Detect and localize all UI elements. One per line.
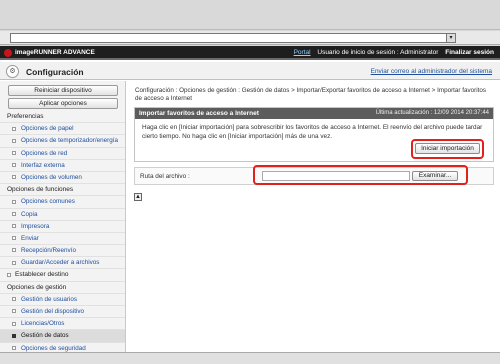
bullet-icon — [12, 260, 16, 265]
bullet-icon — [12, 297, 16, 302]
highlight-import-button — [411, 139, 484, 159]
logout-link[interactable]: Finalizar sesión — [445, 49, 494, 56]
bullet-icon — [12, 163, 16, 168]
bullet-icon — [12, 321, 16, 326]
portal-link[interactable]: Portal — [294, 49, 311, 56]
last-updated: Última actualización : 12/09 2014 20:37:… — [375, 110, 489, 116]
sidebar-item[interactable]: Impresora — [0, 221, 125, 233]
sidebar-item[interactable]: Guardar/Acceder a archivos — [0, 257, 125, 270]
bullet-icon — [12, 248, 16, 253]
settings-icon: ⚙ — [6, 65, 19, 78]
sidebar-item[interactable]: Gestión del dispositivo — [0, 306, 125, 319]
session-user: Usuario de inicio de sesión : Administra… — [317, 49, 439, 56]
sidebar-nav: Preferencias Opciones de papel Opciones … — [0, 111, 125, 355]
sidebar-item[interactable]: Gestión de usuarios — [0, 294, 125, 306]
sidebar-item[interactable]: Interfaz externa — [0, 160, 125, 172]
panel-header: Importar favoritos de acceso a Internet … — [135, 108, 493, 119]
section-opciones-funciones[interactable]: Opciones de funciones — [0, 184, 125, 197]
restart-device-button[interactable]: Reiniciar dispositivo — [8, 85, 118, 96]
sidebar-item[interactable]: Opciones comunes — [0, 196, 125, 209]
address-bar: ▾ — [0, 31, 500, 45]
bullet-icon — [12, 138, 16, 143]
bullet-icon — [12, 150, 16, 155]
bullet-icon — [12, 345, 16, 350]
bullet-icon — [12, 309, 16, 314]
top-header: imageRUNNER ADVANCE Portal Usuario de in… — [0, 46, 500, 60]
browser-toolbar — [0, 0, 500, 30]
apply-settings-button[interactable]: Aplicar opciones — [8, 98, 118, 109]
import-panel: Importar favoritos de acceso a Internet … — [134, 107, 494, 162]
file-path-label: Ruta del archivo : — [140, 173, 190, 180]
status-bar — [0, 352, 500, 364]
bullet-icon — [12, 333, 16, 338]
page: imageRUNNER ADVANCE Portal Usuario de in… — [0, 46, 500, 364]
sidebar-item[interactable]: Opciones de temporizador/energía — [0, 135, 125, 148]
bullet-icon — [12, 126, 16, 131]
main-content: Configuración : Opciones de gestión : Ge… — [127, 81, 500, 364]
sidebar-item-selected[interactable]: Gestión de datos — [0, 330, 125, 343]
sidebar-item[interactable]: Opciones de papel — [0, 123, 125, 136]
canon-logo-icon — [4, 49, 12, 57]
sidebar: Reiniciar dispositivo Aplicar opciones P… — [0, 81, 126, 364]
sidebar-item[interactable]: Recepción/Reenvío — [0, 245, 125, 258]
scroll-to-top-icon[interactable]: ▲ — [134, 193, 142, 201]
url-field[interactable] — [10, 33, 456, 43]
sidebar-item[interactable]: Opciones de volumen — [0, 172, 125, 185]
bullet-icon — [12, 236, 16, 241]
section-opciones-gestion[interactable]: Opciones de gestión — [0, 282, 125, 294]
section-establecer-destino[interactable]: Establecer destino — [0, 269, 125, 282]
bullet-icon — [12, 199, 16, 204]
highlight-file-field — [253, 165, 468, 185]
product-name: imageRUNNER ADVANCE — [15, 49, 95, 56]
breadcrumb: Configuración : Opciones de gestión : Ge… — [135, 87, 487, 102]
sidebar-item[interactable]: Enviar — [0, 233, 125, 246]
panel-title: Importar favoritos de acceso a Internet — [139, 110, 259, 117]
bullet-icon — [12, 211, 16, 216]
admin-mail-link[interactable]: Enviar correo al administrador del siste… — [371, 68, 492, 75]
bullet-icon — [7, 272, 11, 277]
bullet-icon — [12, 175, 16, 180]
title-bar: ⚙ Configuración Enviar correo al adminis… — [0, 62, 500, 80]
section-preferencias[interactable]: Preferencias — [0, 111, 125, 124]
page-title: Configuración — [26, 67, 84, 77]
url-dropdown-icon[interactable]: ▾ — [446, 33, 456, 43]
sidebar-item[interactable]: Opciones de red — [0, 148, 125, 160]
sidebar-item[interactable]: Licencias/Otros — [0, 318, 125, 331]
bullet-icon — [12, 224, 16, 229]
sidebar-item[interactable]: Copia — [0, 209, 125, 221]
header-links: Portal Usuario de inicio de sesión : Adm… — [289, 49, 494, 56]
